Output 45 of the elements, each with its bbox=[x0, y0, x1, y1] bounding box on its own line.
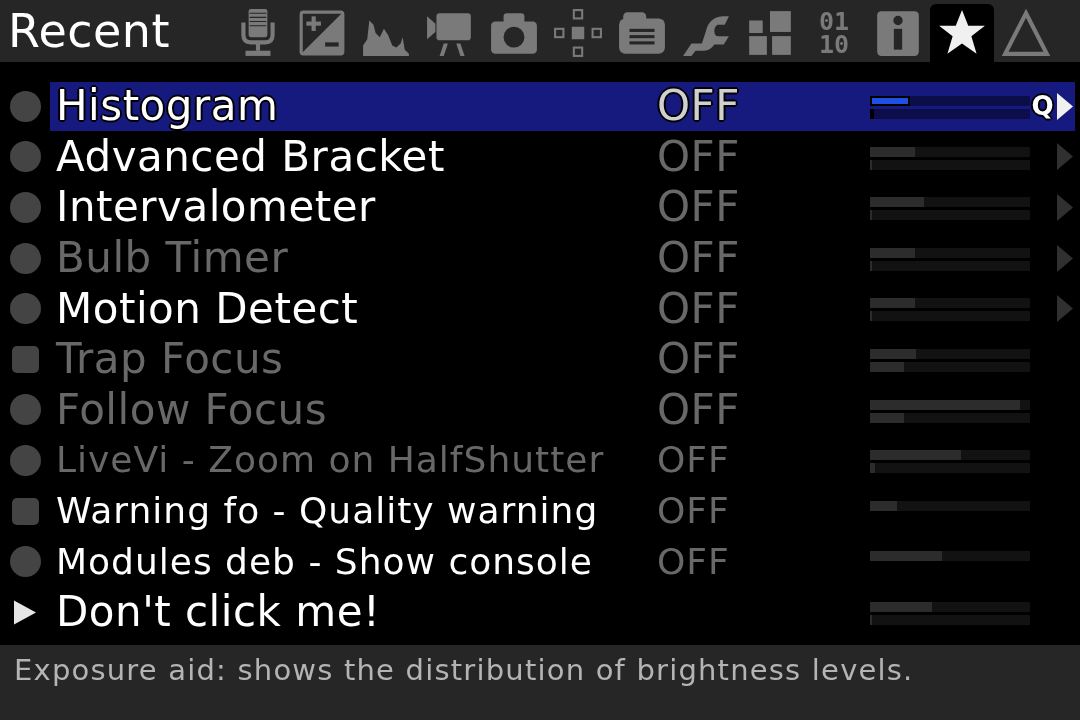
item-value: OFF bbox=[657, 82, 740, 131]
item-label: Modules deb - Show console bbox=[56, 539, 593, 584]
menu-tab[interactable] bbox=[930, 4, 994, 62]
menu-item[interactable]: LiveVi - Zoom on HalfShutter OFF bbox=[50, 436, 1075, 485]
digits-text: 10 bbox=[818, 33, 850, 56]
menu-item[interactable]: Warning fo - Quality warning OFF bbox=[50, 486, 1075, 536]
item-label: Motion Detect bbox=[56, 284, 359, 333]
menu-title: Recent bbox=[8, 3, 170, 59]
item-value: OFF bbox=[657, 489, 730, 534]
item-value: OFF bbox=[657, 335, 740, 384]
item-value: OFF bbox=[657, 132, 740, 181]
item-label: Histogram bbox=[56, 82, 279, 131]
menu-item[interactable]: Bulb Timer OFF bbox=[50, 233, 1075, 283]
triangle-icon bbox=[1001, 8, 1051, 58]
item-label: Warning fo - Quality warning bbox=[56, 489, 599, 534]
item-value: OFF bbox=[657, 385, 740, 434]
menu-item[interactable]: Don't click me! bbox=[50, 587, 1075, 637]
item-value: OFF bbox=[657, 284, 740, 333]
menu-item[interactable]: Follow Focus OFF bbox=[50, 385, 1075, 435]
item-label: Advanced Bracket bbox=[56, 132, 445, 181]
menu-item[interactable]: Trap Focus OFF bbox=[50, 334, 1075, 384]
triangle-right-icon bbox=[14, 599, 36, 625]
exposure-compensation-icon bbox=[297, 8, 347, 58]
item-label: Intervalometer bbox=[56, 183, 376, 232]
item-value: OFF bbox=[657, 183, 740, 232]
digits-text: 01 bbox=[818, 10, 850, 33]
item-value: OFF bbox=[657, 438, 730, 483]
focus-points-icon bbox=[553, 8, 603, 58]
item-label: Follow Focus bbox=[56, 385, 328, 434]
menu-item[interactable]: Modules deb - Show console OFF bbox=[50, 537, 1075, 586]
menu-item[interactable]: Histogram OFF Q bbox=[50, 82, 1075, 131]
item-value: OFF bbox=[657, 539, 730, 584]
menu-item[interactable]: Motion Detect OFF bbox=[50, 284, 1075, 333]
item-value: OFF bbox=[657, 234, 740, 283]
item-label: Don't click me! bbox=[56, 588, 381, 637]
shortcut-key: Q bbox=[1031, 91, 1054, 122]
help-text: Exposure aid: shows the distribution of brightness levels. bbox=[14, 653, 914, 687]
square-icon bbox=[11, 497, 39, 525]
item-label: Bulb Timer bbox=[56, 234, 289, 283]
item-label: LiveVi - Zoom on HalfShutter bbox=[56, 438, 605, 483]
menu-item[interactable]: Intervalometer OFF bbox=[50, 183, 1075, 232]
menu-tab[interactable]: 01 10 bbox=[802, 4, 866, 62]
menu-item[interactable]: Advanced Bracket OFF bbox=[50, 132, 1075, 182]
item-label: Trap Focus bbox=[56, 335, 284, 384]
square-icon bbox=[11, 345, 39, 373]
